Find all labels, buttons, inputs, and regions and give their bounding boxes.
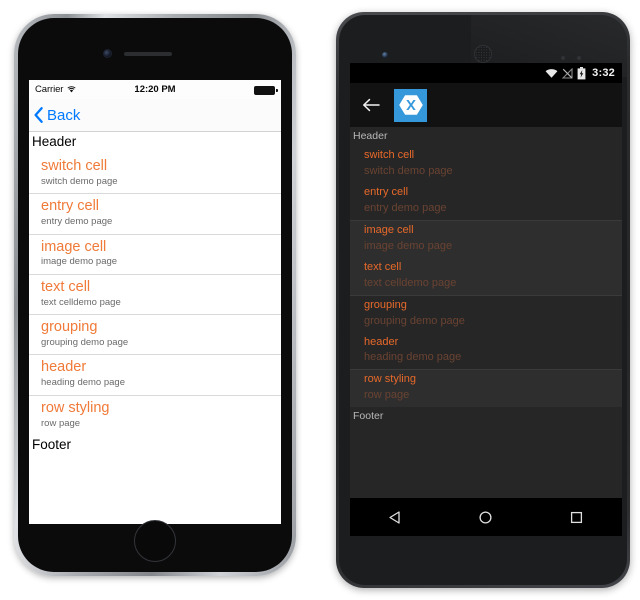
table-row[interactable]: entry cell entry demo page: [29, 193, 281, 234]
home-button[interactable]: [134, 520, 176, 562]
back-button-label: Back: [47, 106, 81, 124]
row-subtitle: text celldemo page: [41, 296, 121, 308]
row-subtitle: grouping demo page: [364, 314, 465, 327]
table-row[interactable]: switch cell switch demo page: [29, 153, 281, 194]
android-action-bar: [350, 83, 622, 127]
nav-back-triangle-icon[interactable]: [375, 502, 415, 532]
android-rows-container: switch cell switch demo page entry cell ent…: [350, 146, 622, 408]
row-title: grouping: [41, 319, 98, 336]
table-row[interactable]: image cell image demo page: [29, 233, 281, 274]
ios-section-header: Header: [32, 134, 77, 149]
row-subtitle: switch demo page: [364, 165, 453, 178]
ios-navigation-bar: Back: [29, 99, 281, 132]
android-table-view[interactable]: Header switch cell switch demo page entry …: [350, 127, 622, 498]
row-subtitle: heading demo page: [41, 377, 125, 389]
row-subtitle: grouping demo page: [41, 337, 129, 349]
earpiece-speaker-icon: [124, 52, 172, 56]
android-body: 3:32 Header switch cell switch demo page…: [339, 15, 627, 585]
iphone-screen: Carrier 12:20 PM Back Header switch cell…: [29, 80, 281, 524]
ios-section-footer: Footer: [32, 437, 72, 453]
signal-no-service-icon: [562, 67, 573, 79]
arrow-left-icon[interactable]: [362, 97, 380, 113]
table-row[interactable]: grouping grouping demo page: [350, 294, 622, 333]
row-subtitle: heading demo page: [364, 351, 462, 364]
table-row[interactable]: switch cell switch demo page: [350, 146, 622, 183]
iphone-body: Carrier 12:20 PM Back Header switch cell…: [18, 18, 292, 572]
row-title: switch cell: [364, 149, 415, 162]
table-row[interactable]: row styling row page: [350, 369, 622, 408]
iphone-device-frame: Carrier 12:20 PM Back Header switch cell…: [14, 14, 296, 576]
android-device-frame: 3:32 Header switch cell switch demo page…: [336, 12, 630, 588]
row-title: image cell: [364, 223, 414, 236]
row-subtitle: switch demo page: [41, 175, 118, 187]
row-title: grouping: [364, 298, 407, 311]
ios-table-view[interactable]: Header switch cell switch demo page entry …: [29, 132, 281, 524]
battery-full-icon: [254, 85, 278, 95]
android-screen: 3:32 Header switch cell switch demo page…: [350, 63, 622, 536]
row-title: text cell: [364, 260, 402, 273]
xamarin-logo-icon[interactable]: [394, 88, 427, 122]
row-title: entry cell: [364, 186, 409, 198]
row-subtitle: image demo page: [41, 256, 118, 268]
table-row[interactable]: image cell image demo page: [350, 219, 622, 258]
light-sensor-icon: [577, 56, 581, 60]
table-row[interactable]: text cell text celldemo page: [350, 257, 622, 295]
row-subtitle: entry demo page: [364, 201, 447, 214]
android-navigation-bar: [350, 498, 622, 536]
row-title: header: [364, 335, 399, 348]
dual-device-screenshot: Carrier 12:20 PM Back Header switch cell…: [0, 0, 640, 600]
earpiece-speaker-icon: [474, 45, 492, 63]
row-title: row styling: [41, 399, 110, 416]
row-subtitle: row page: [41, 417, 81, 429]
table-row[interactable]: header heading demo page: [350, 333, 622, 370]
android-section-header: Header: [353, 130, 388, 142]
front-camera-icon: [104, 50, 111, 57]
wifi-icon: [545, 68, 558, 79]
nav-recents-square-icon[interactable]: [557, 502, 597, 532]
android-status-bar: 3:32: [350, 63, 622, 83]
row-subtitle: row page: [364, 389, 410, 402]
row-subtitle: text celldemo page: [364, 276, 457, 289]
row-title: row styling: [364, 373, 416, 386]
row-subtitle: entry demo page: [41, 216, 113, 228]
table-row[interactable]: grouping grouping demo page: [29, 314, 281, 355]
android-section-footer: Footer: [353, 410, 384, 423]
battery-charging-icon: [577, 66, 586, 80]
row-title: image cell: [41, 238, 107, 255]
table-row[interactable]: entry cell entry demo page: [350, 183, 622, 220]
nav-home-circle-icon[interactable]: [466, 502, 506, 532]
ios-rows-container: switch cell switch demo page entry cell ent…: [29, 153, 281, 436]
android-clock: 3:32: [592, 67, 615, 79]
table-row[interactable]: row styling row page: [29, 394, 281, 436]
proximity-sensor-icon: [561, 56, 565, 60]
row-subtitle: image demo page: [364, 239, 453, 252]
table-row[interactable]: text cell text celldemo page: [29, 273, 281, 315]
front-camera-icon: [382, 52, 388, 58]
ios-clock: 12:20 PM: [134, 84, 176, 95]
row-title: text cell: [41, 278, 91, 295]
row-title: switch cell: [41, 157, 108, 174]
back-button[interactable]: Back: [34, 107, 80, 124]
chevron-left-icon: [34, 107, 43, 123]
ios-status-bar: Carrier 12:20 PM: [29, 80, 281, 99]
table-row[interactable]: header heading demo page: [29, 354, 281, 395]
row-title: header: [41, 359, 87, 376]
row-title: entry cell: [41, 198, 100, 215]
